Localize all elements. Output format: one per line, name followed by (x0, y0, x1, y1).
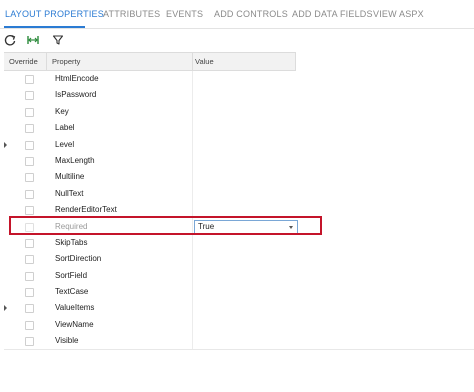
property-name: TextCase (55, 287, 89, 297)
override-checkbox[interactable] (25, 189, 34, 199)
column-divider (192, 234, 193, 252)
tab-attributes[interactable]: ATTRIBUTES (103, 9, 160, 19)
override-checkbox[interactable] (25, 206, 34, 216)
property-name: HtmlEncode (55, 74, 99, 83)
table-row[interactable]: ValueItems (4, 300, 296, 317)
column-divider (192, 316, 193, 334)
override-checkbox[interactable] (25, 255, 34, 265)
property-name: Visible (55, 336, 79, 346)
grid-body: HtmlEncode IsPassword Key Label Level MaxLeng… (4, 71, 298, 350)
grid-toolbar (0, 29, 474, 51)
override-checkbox[interactable] (25, 271, 34, 281)
table-row[interactable]: HtmlEncode (4, 71, 296, 88)
column-divider[interactable] (46, 53, 47, 70)
active-tab-indicator (4, 26, 85, 28)
override-checkbox[interactable] (25, 124, 34, 134)
column-divider (192, 169, 193, 186)
tab-view-aspx[interactable]: VIEW ASPX (373, 9, 424, 19)
table-row[interactable]: Required True (4, 218, 298, 235)
override-checkbox[interactable] (25, 288, 34, 298)
table-row[interactable]: IsPassword (4, 87, 296, 104)
property-name: ViewName (55, 319, 94, 329)
column-divider (192, 202, 193, 219)
override-checkbox[interactable] (25, 91, 34, 101)
override-checkbox[interactable] (25, 156, 34, 166)
table-row[interactable]: SkipTabs (4, 234, 296, 252)
column-divider (192, 136, 193, 153)
column-divider (192, 87, 193, 104)
grid-header: Override Property Value (4, 52, 296, 71)
override-checkbox[interactable] (25, 337, 34, 347)
chevron-down-icon[interactable] (289, 225, 293, 229)
column-divider[interactable] (192, 53, 193, 70)
override-checkbox[interactable] (25, 173, 34, 183)
column-divider (192, 284, 193, 301)
table-row[interactable]: NullText (4, 185, 296, 203)
table-row[interactable]: Label (4, 120, 296, 137)
table-row[interactable]: SortField (4, 267, 296, 285)
override-checkbox[interactable] (25, 75, 34, 84)
property-name: Label (55, 123, 75, 133)
column-divider (192, 218, 193, 235)
table-row[interactable]: Multiline (4, 169, 296, 186)
property-name: SkipTabs (55, 237, 88, 247)
tab-add-controls[interactable]: ADD CONTROLS (214, 9, 288, 19)
value-dropdown-text: True (198, 221, 215, 231)
column-divider[interactable] (295, 53, 296, 70)
column-divider (192, 333, 193, 350)
column-divider (192, 251, 193, 268)
property-name: Key (55, 106, 69, 116)
override-checkbox[interactable] (25, 140, 34, 150)
table-row[interactable]: Key (4, 103, 296, 121)
column-divider (192, 103, 193, 121)
override-checkbox[interactable] (25, 222, 34, 232)
override-checkbox[interactable] (25, 304, 34, 314)
property-name: ValueItems (55, 303, 95, 313)
column-header-property[interactable]: Property (52, 57, 80, 66)
column-divider (192, 267, 193, 285)
expand-arrow-icon[interactable] (4, 305, 7, 312)
property-name: IsPassword (55, 90, 97, 100)
column-divider (192, 152, 193, 170)
tab-bar: LAYOUT PROPERTIES ATTRIBUTES EVENTS ADD … (0, 0, 474, 29)
table-row[interactable]: Level (4, 136, 296, 153)
override-checkbox[interactable] (25, 107, 34, 117)
property-name: SortDirection (55, 254, 102, 264)
column-divider (192, 185, 193, 203)
tab-add-data-fields[interactable]: ADD DATA FIELDS (292, 9, 373, 19)
refresh-icon[interactable] (2, 32, 18, 48)
column-divider (192, 120, 193, 137)
property-name: NullText (55, 188, 84, 198)
tab-events[interactable]: EVENTS (166, 9, 203, 19)
property-name: Level (55, 139, 75, 149)
property-name: Required (55, 221, 88, 231)
table-row[interactable]: TextCase (4, 284, 296, 301)
column-header-override[interactable]: Override (9, 57, 38, 66)
override-checkbox[interactable] (25, 320, 34, 330)
value-dropdown[interactable]: True (194, 219, 298, 235)
table-row[interactable]: SortDirection (4, 251, 296, 268)
filter-icon[interactable] (50, 32, 66, 48)
property-name: SortField (55, 270, 88, 280)
column-divider (192, 300, 193, 317)
column-header-value[interactable]: Value (195, 57, 214, 66)
table-row[interactable]: ViewName (4, 316, 296, 334)
property-name: RenderEditorText (55, 205, 117, 215)
fit-columns-icon[interactable] (25, 32, 41, 48)
column-divider (192, 71, 193, 88)
property-name: MaxLength (55, 155, 95, 165)
table-row[interactable]: RenderEditorText (4, 202, 296, 219)
override-checkbox[interactable] (25, 238, 34, 248)
grid-footer-divider (4, 349, 474, 350)
expand-arrow-icon[interactable] (4, 141, 7, 148)
table-row[interactable]: MaxLength (4, 152, 296, 170)
tab-layout-properties[interactable]: LAYOUT PROPERTIES (5, 9, 104, 19)
properties-grid: Override Property Value HtmlEncode IsPass… (4, 52, 298, 350)
property-name: Multiline (55, 172, 85, 182)
table-row[interactable]: Visible (4, 333, 296, 350)
